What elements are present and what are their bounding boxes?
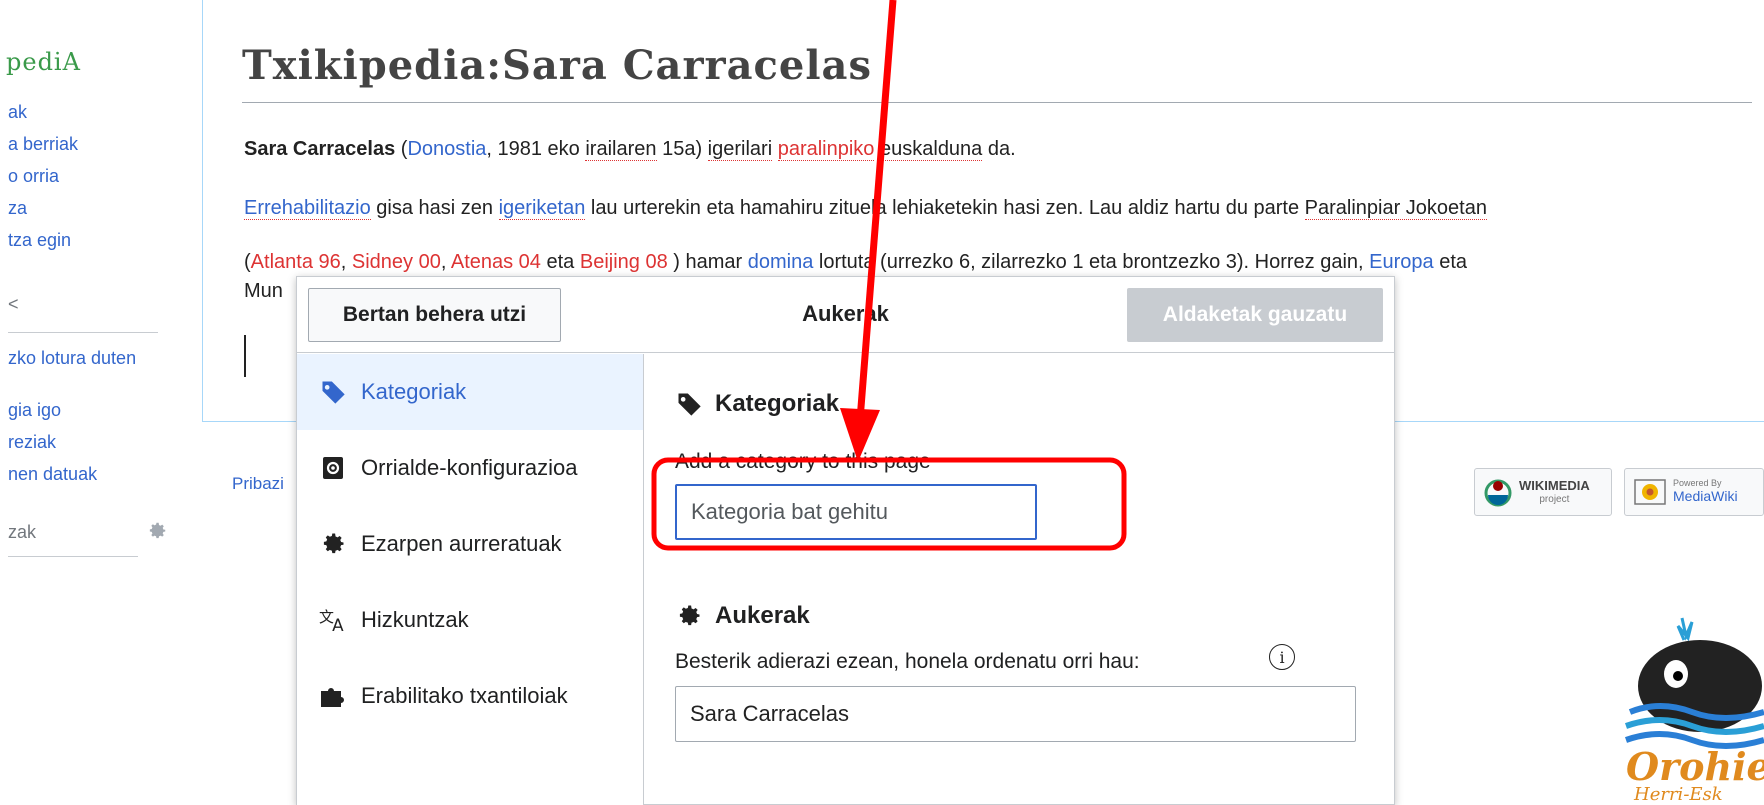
nav-label: Hizkuntzak: [361, 607, 469, 632]
sidebar-divider: [8, 556, 138, 557]
sidebar-divider: [8, 332, 158, 333]
dialog-panel: Kategoriak Add a category to this page A…: [645, 354, 1395, 805]
sidebar: pediA ak a berriak o orria za tza egin <…: [0, 0, 200, 805]
sidebar-tool-link-4[interactable]: nen datuak: [8, 464, 97, 485]
sort-key-description: Besterik adierazi ezean, honela ordenatu…: [675, 650, 1140, 673]
sidebar-tool-link-1[interactable]: zko lotura duten: [8, 348, 136, 369]
article-line-1: Sara Carracelas (Donostia, 1981 eko irai…: [244, 138, 1016, 161]
tag-icon: [677, 393, 701, 416]
apply-changes-button[interactable]: Aldaketak gauzatu: [1127, 288, 1383, 342]
whale-logo-subtext: Herri-Esk: [1633, 784, 1723, 805]
text-cursor: [244, 335, 246, 377]
text: eta: [1433, 251, 1467, 273]
dialog-nav: Kategoriak Orrialde-konfigurazioa Ezarpe…: [297, 354, 644, 805]
spellcheck-word: Paralinpiar Jokoetan: [1304, 197, 1487, 220]
tag-icon: [319, 378, 347, 406]
gear-icon: [679, 605, 700, 626]
redlink-paralinpiko[interactable]: paralinpiko: [777, 138, 875, 161]
text: ,: [340, 251, 352, 273]
sidebar-tool-link-3[interactable]: reziak: [8, 432, 56, 453]
spellcheck-word: euskalduna: [880, 138, 983, 161]
sidebar-link-5[interactable]: tza egin: [8, 230, 71, 251]
spellcheck-word: irailaren: [585, 138, 657, 161]
text: eta: [540, 251, 580, 273]
footer-privacy-link[interactable]: Pribazi: [232, 474, 284, 494]
nav-label: Ezarpen aurreratuak: [361, 531, 562, 556]
sidebar-tools-heading: <: [8, 294, 19, 314]
link-europa[interactable]: Europa: [1369, 251, 1434, 273]
text: , 1981 eko: [486, 138, 586, 160]
wikimedia-logo-icon: [1484, 479, 1512, 507]
nav-item-page-settings[interactable]: Orrialde-konfigurazioa: [297, 430, 643, 506]
gear-icon[interactable]: [146, 520, 168, 542]
sidebar-languages-heading: zak: [8, 522, 37, 542]
site-logo-text[interactable]: pediA: [6, 48, 81, 76]
options-heading: Aukerak: [675, 602, 810, 630]
text: lortuta (urrezko 6, zilarrezko 1 eta bro…: [813, 251, 1370, 273]
article-line-2: Errehabilitazio gisa hasi zen igeriketan…: [244, 197, 1487, 220]
nav-item-advanced-settings[interactable]: Ezarpen aurreratuak: [297, 506, 643, 582]
options-heading-label: Aukerak: [715, 602, 810, 629]
nav-label: Kategoriak: [361, 379, 467, 404]
mediawiki-logo-icon: [1634, 479, 1666, 505]
nav-item-languages[interactable]: 文A Hizkuntzak: [297, 582, 643, 658]
settings-box-icon: [319, 454, 347, 482]
spellcheck-word: igerilari: [707, 138, 773, 161]
gear-icon: [319, 530, 347, 558]
sidebar-link-1[interactable]: ak: [8, 102, 27, 123]
wikimedia-label: WIKIMEDIA: [1519, 478, 1590, 494]
whale-logo-text: Orohie: [1626, 744, 1764, 789]
article-line-3: (Atlanta 96, Sidney 00, Atenas 04 eta Be…: [244, 251, 1467, 274]
options-dialog: Aukerak Bertan behera utzi Aldaketak gau…: [296, 276, 1395, 805]
svg-text:A: A: [332, 615, 344, 634]
sort-key-input[interactable]: [675, 686, 1356, 742]
text: lau urterekin eta hamahiru zituela lehia…: [585, 197, 1305, 219]
info-icon[interactable]: i: [1269, 644, 1295, 670]
redlink-beijing[interactable]: Beijing 08: [580, 251, 668, 273]
mediawiki-label: MediaWiki: [1673, 488, 1738, 505]
nav-label: Erabilitako txantiloiak: [361, 683, 568, 708]
text: gisa hasi zen: [370, 197, 499, 219]
link-errehabilitazio[interactable]: Errehabilitazio: [244, 197, 371, 220]
link-donostia[interactable]: Donostia: [407, 138, 486, 160]
whale-logo: Orohie Herri-Esk: [1625, 617, 1764, 805]
language-icon: 文A: [319, 606, 347, 634]
article-line-4: Mun: [244, 280, 283, 302]
categories-heading: Kategoriak: [675, 390, 839, 418]
wikimedia-badge[interactable]: WIKIMEDIA project: [1474, 468, 1612, 516]
link-igeriketan[interactable]: igeriketan: [498, 197, 586, 220]
cancel-button[interactable]: Bertan behera utzi: [308, 288, 561, 342]
mediawiki-badge[interactable]: Powered By MediaWiki: [1624, 468, 1764, 516]
text: ) hamar: [667, 251, 748, 273]
text: (: [395, 138, 408, 160]
text: ,: [440, 251, 451, 273]
wikimedia-sub: project: [1539, 493, 1570, 505]
sidebar-tool-link-2[interactable]: gia igo: [8, 400, 61, 421]
categories-description: Add a category to this page: [675, 450, 931, 473]
sidebar-link-3[interactable]: o orria: [8, 166, 59, 187]
article-subject: Sara Carracelas: [244, 138, 396, 160]
redlink-atenas[interactable]: Atenas 04: [451, 251, 541, 273]
nav-label: Orrialde-konfigurazioa: [361, 455, 578, 480]
redlink-atlanta[interactable]: Atlanta 96: [251, 251, 341, 273]
page-title: Txikipedia:Sara Carracelas: [242, 42, 872, 89]
redlink-sidney[interactable]: Sidney 00: [352, 251, 441, 273]
dialog-header: Aukerak Bertan behera utzi Aldaketak gau…: [297, 277, 1394, 353]
title-divider: [242, 102, 1752, 103]
text: (: [244, 251, 251, 273]
sidebar-link-2[interactable]: a berriak: [8, 134, 78, 155]
link-domina[interactable]: domina: [748, 251, 814, 273]
text: da.: [982, 138, 1016, 160]
puzzle-icon: [319, 682, 347, 710]
sidebar-link-4[interactable]: za: [8, 198, 27, 219]
nav-item-templates-used[interactable]: Erabilitako txantiloiak: [297, 658, 643, 734]
text: 15a): [656, 138, 708, 160]
nav-item-categories[interactable]: Kategoriak: [297, 354, 643, 430]
add-category-input[interactable]: [675, 484, 1037, 540]
categories-heading-label: Kategoriak: [715, 390, 840, 417]
